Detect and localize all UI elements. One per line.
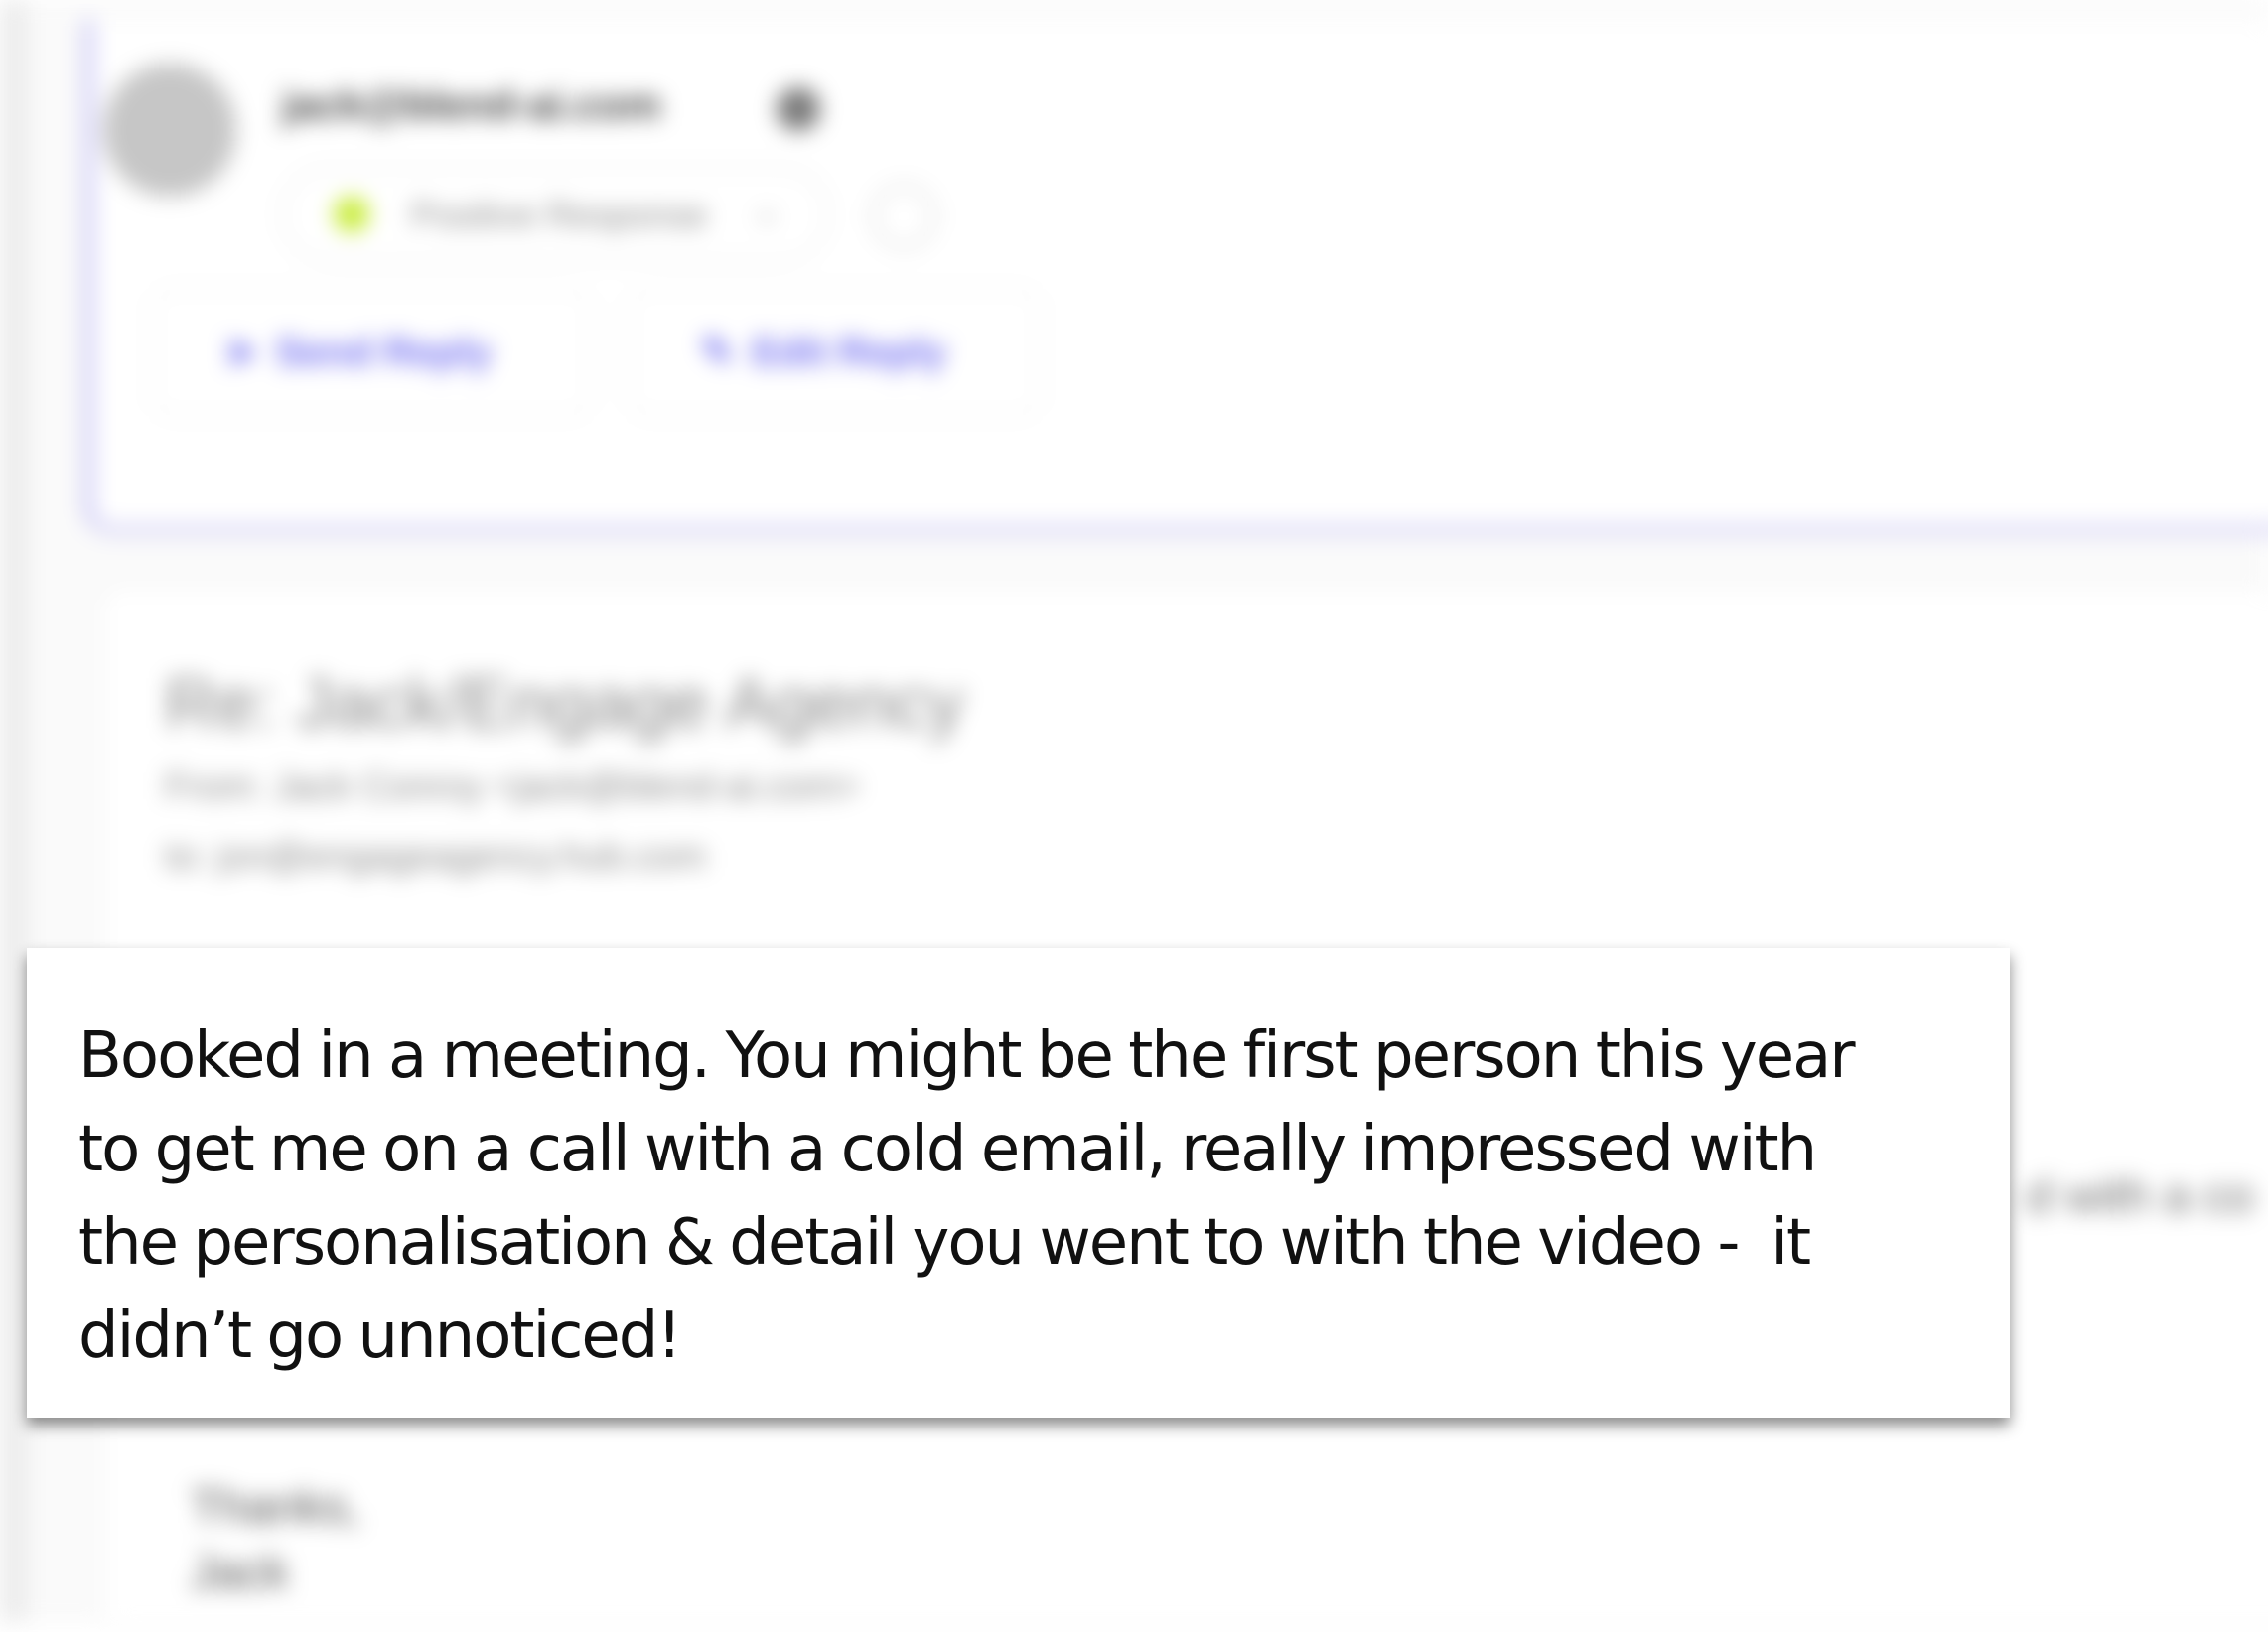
status-dot-icon [334, 197, 369, 232]
email-from: From: Jack Conroy <jack@blend-ai.com> [165, 766, 860, 808]
email-to: to: jon@engageagency.hub.com [165, 836, 706, 878]
testimonial-card: Booked in a meeting. You might be the fi… [27, 948, 2010, 1418]
send-reply-label: Send Reply [275, 331, 493, 374]
sidebar-edge [0, 0, 28, 1622]
pencil-icon: ✎ [701, 331, 735, 374]
status-label: Positive Response [411, 195, 708, 235]
avatar [103, 64, 236, 197]
signature-line: Jack [191, 1547, 289, 1599]
email-signoff: Thanks, Jack [191, 1475, 360, 1606]
chevron-down-icon: ⌄ [752, 192, 781, 229]
send-reply-button[interactable]: ➤ Send Reply [151, 288, 592, 417]
edit-reply-label: Edit Reply [752, 331, 947, 374]
edit-reply-button[interactable]: ✎ Edit Reply [628, 288, 1041, 417]
info-icon [777, 87, 820, 131]
signoff-line: Thanks, [191, 1481, 360, 1534]
status-dropdown[interactable]: Positive Response ⌄ [282, 167, 828, 262]
email-body-fragment: d with a co [2026, 1170, 2254, 1223]
sender-email: jack@blend-ai.com [282, 81, 661, 128]
testimonial-text: Booked in a meeting. You might be the fi… [78, 1020, 1856, 1373]
email-subject: Re: Jack/Engage Agency [165, 664, 964, 744]
more-options-button[interactable] [872, 185, 935, 248]
send-icon: ➤ [224, 331, 258, 374]
